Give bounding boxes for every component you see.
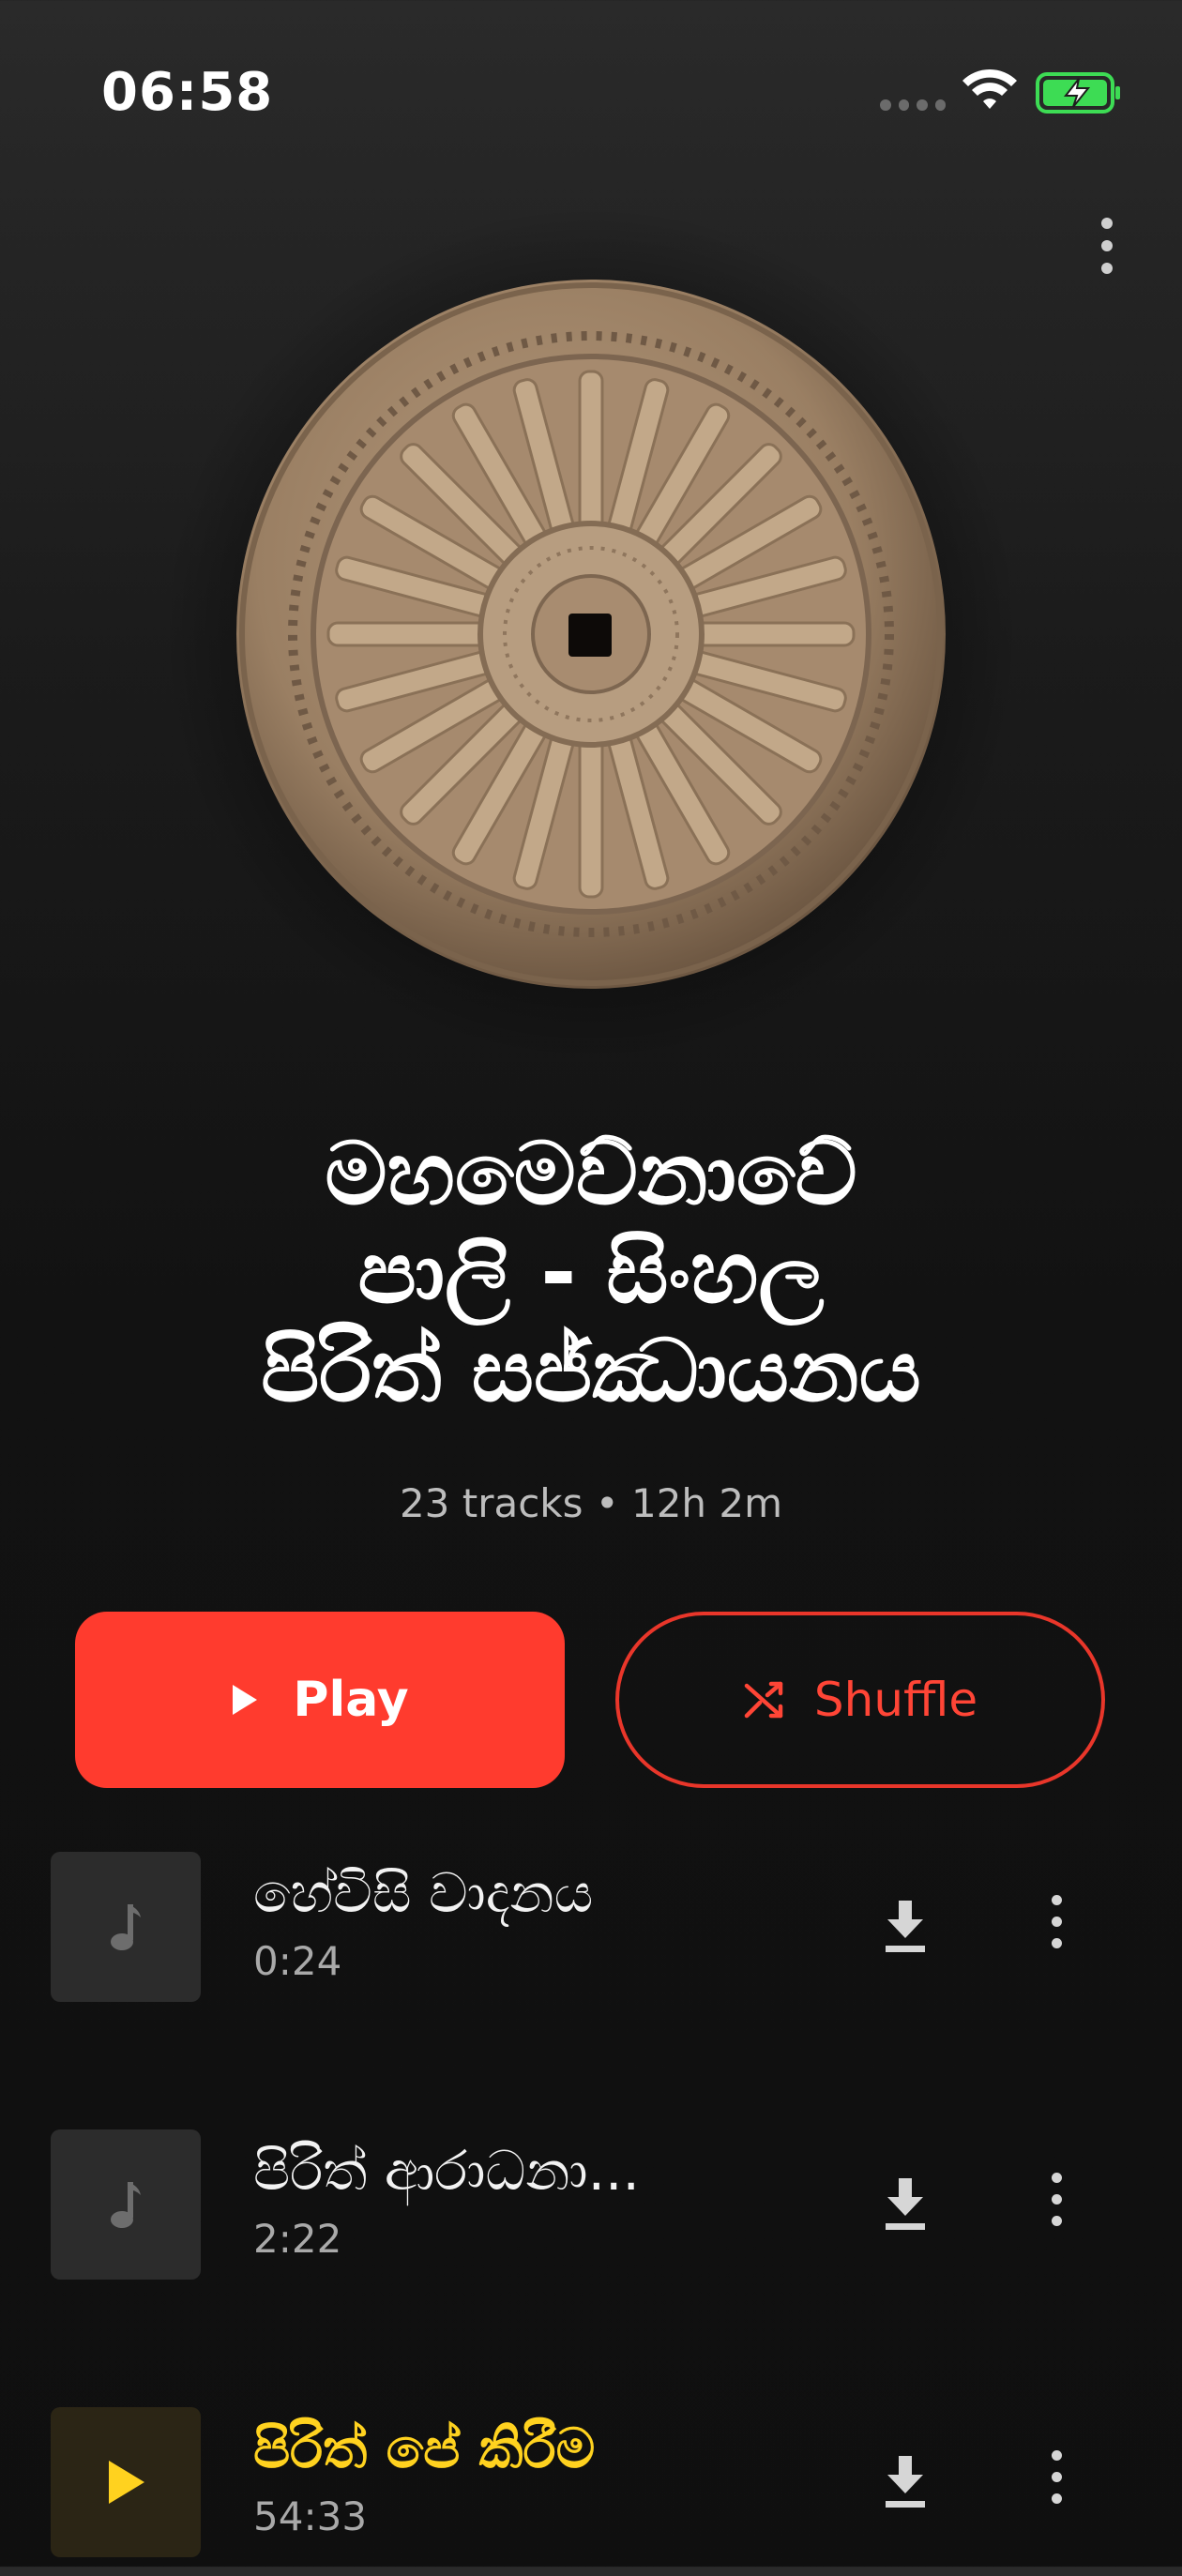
music-note-icon bbox=[111, 2182, 141, 2228]
more-options-button[interactable] bbox=[1088, 218, 1126, 283]
shuffle-button[interactable]: Shuffle bbox=[615, 1612, 1105, 1788]
track-row-active[interactable]: පිරිත් පේ කිරීම 54:33 bbox=[0, 2407, 1182, 2576]
track-thumbnail bbox=[51, 2129, 201, 2280]
more-vertical-icon bbox=[1088, 218, 1126, 274]
play-button[interactable]: Play bbox=[75, 1612, 565, 1788]
music-note-icon bbox=[111, 1904, 141, 1950]
album-title: මහමෙව්නාවේ පාලි - සිංහල පිරිත් සජ්ඣායනය bbox=[75, 1124, 1107, 1421]
play-icon bbox=[109, 2461, 144, 2504]
track-more-button[interactable] bbox=[1045, 1895, 1068, 1961]
status-time: 06:58 bbox=[101, 62, 274, 123]
cellular-signal-icon bbox=[880, 99, 946, 113]
album-meta: 23 tracks • 12h 2m bbox=[399, 1480, 783, 1526]
shuffle-icon bbox=[744, 1681, 783, 1719]
album-title-line-1: මහමෙව්නාවේ bbox=[325, 1124, 857, 1224]
wifi-icon bbox=[962, 68, 1017, 109]
status-bar: 06:58 bbox=[0, 0, 1182, 188]
track-more-button[interactable] bbox=[1045, 2173, 1068, 2238]
track-title: හේවිසි වාදනය bbox=[253, 1861, 594, 1925]
play-icon bbox=[233, 1685, 258, 1715]
track-row[interactable]: පිරිත් ආරාධනා... 2:22 bbox=[0, 2129, 1182, 2298]
shuffle-button-label: Shuffle bbox=[813, 1673, 978, 1727]
dharma-wheel-image bbox=[236, 280, 946, 989]
track-more-button[interactable] bbox=[1045, 2450, 1068, 2516]
album-art bbox=[159, 203, 1023, 1066]
album-title-line-3: පිරිත් සජ්ඣායනය bbox=[261, 1320, 921, 1421]
track-title: පිරිත් පේ කිරීම bbox=[253, 2417, 596, 2480]
battery-charging-icon bbox=[1036, 72, 1120, 114]
track-duration: 54:33 bbox=[253, 2493, 368, 2539]
track-thumbnail bbox=[51, 2407, 201, 2557]
track-title: පිරිත් ආරාධනා... bbox=[253, 2139, 640, 2203]
track-duration: 0:24 bbox=[253, 1938, 342, 1984]
download-icon[interactable] bbox=[880, 2452, 931, 2512]
more-vertical-icon bbox=[1045, 2173, 1068, 2226]
more-vertical-icon bbox=[1045, 2450, 1068, 2504]
track-row[interactable]: හේවිසි වාදනය 0:24 bbox=[0, 1852, 1182, 2021]
download-icon[interactable] bbox=[880, 2174, 931, 2235]
track-thumbnail bbox=[51, 1852, 201, 2002]
album-title-line-2: පාලි - සිංහල bbox=[357, 1221, 825, 1323]
play-button-label: Play bbox=[293, 1672, 409, 1728]
more-vertical-icon bbox=[1045, 1895, 1068, 1948]
track-duration: 2:22 bbox=[253, 2216, 342, 2262]
download-icon[interactable] bbox=[880, 1897, 931, 1957]
